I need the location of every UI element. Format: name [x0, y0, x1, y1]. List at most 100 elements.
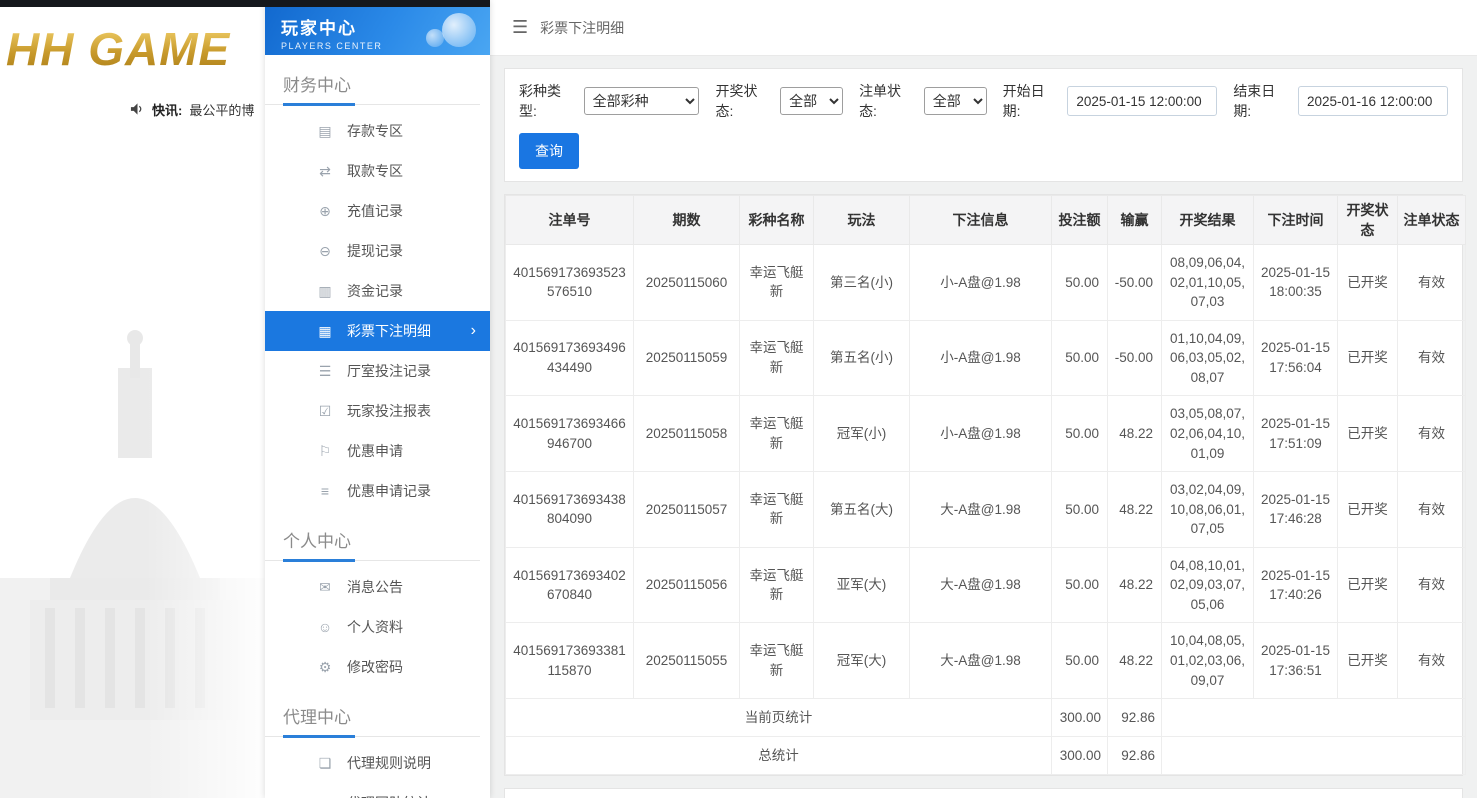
cell-draw_status: 已开奖 — [1337, 395, 1398, 473]
sidebar-item-label: 个人资料 — [347, 619, 403, 635]
cell-play: 冠军(大) — [813, 622, 910, 700]
table-body: 401569173693523576510 20250115060 幸运飞艇新 第三名… — [505, 244, 1466, 776]
cell-draw_status: 已开奖 — [1337, 319, 1398, 397]
cell-amount: 50.00 — [1051, 319, 1108, 397]
profile-icon: ☺ — [317, 619, 333, 635]
page-title: 彩票下注明细 — [540, 19, 625, 36]
order-status-select[interactable]: 全部 — [923, 87, 987, 115]
cell-bet_time: 2025-01-15 17:46:28 — [1253, 471, 1338, 548]
cell-order_id: 401569173693466946700 — [505, 395, 634, 473]
cell-bet_info: 小-A盘@1.98 — [909, 319, 1052, 397]
cell-winloss: -50.00 — [1107, 244, 1162, 321]
sidebar-item-promo-application-records[interactable]: ≡ 优惠申请记录 — [265, 471, 490, 511]
cell-lottery: 幸运飞艇新 — [739, 622, 814, 700]
end-date-input[interactable] — [1297, 86, 1448, 116]
cell-order_status: 有效 — [1397, 471, 1466, 548]
sidebar-section-title: 代理中心 — [265, 687, 480, 738]
cell-period: 20250115057 — [633, 471, 740, 548]
cell-draw_status: 已开奖 — [1337, 622, 1398, 700]
sidebar-item-fund-records[interactable]: ▥ 资金记录 — [265, 271, 490, 311]
lottery-type-select[interactable]: 全部彩种 — [583, 87, 700, 115]
cell-lottery: 幸运飞艇新 — [739, 546, 814, 624]
summary-amount: 300.00 — [1051, 736, 1108, 776]
cell-order_status: 有效 — [1397, 395, 1466, 473]
sidebar-item-hall-bet-records[interactable]: ☰ 厅室投注记录 — [265, 351, 490, 391]
sidebar-item-player-bet-report[interactable]: ☑ 玩家投注报表 — [265, 391, 490, 431]
filter-row: 彩种类型: 全部彩种 开奖状态: 全部 注单状态: 全部 开始日期: 结束日期: — [519, 81, 1448, 121]
cell-amount: 50.00 — [1051, 622, 1108, 700]
cell-play: 第五名(小) — [813, 319, 910, 397]
sidebar-item-deposit-zone[interactable]: ▤ 存款专区 — [265, 111, 490, 151]
cell-order_status: 有效 — [1397, 546, 1466, 624]
message-icon: ✉ — [319, 578, 331, 595]
page-root: HH GAME 快讯: 最公平的博 玩家中心 PLAYERS CENTER 财务… — [0, 0, 1477, 798]
sidebar: 玩家中心 PLAYERS CENTER 财务中心 ▤ 存款专区 ⇄ 取款专区 ⊕ 充值记录 ⊖… — [265, 0, 490, 798]
sidebar-item-label: 厅室投注记录 — [347, 363, 431, 379]
sidebar-item-profile[interactable]: ☺ 个人资料 — [265, 607, 490, 647]
column-header-winloss: 输赢 — [1107, 195, 1162, 245]
sidebar-item-agent-rules[interactable]: ❏ 代理规则说明 — [265, 743, 490, 783]
cell-order_id: 401569173693381115870 — [505, 622, 634, 700]
table-row: 401569173693402670840 20250115056 幸运飞艇新 亚军(… — [505, 546, 1466, 624]
cell-period: 20250115055 — [633, 622, 740, 700]
table-row: 401569173693381115870 20250115055 幸运飞艇新 冠军(… — [505, 622, 1466, 700]
sidebar-section-title: 个人中心 — [265, 511, 480, 562]
cell-order_id: 401569173693438804090 — [505, 471, 634, 548]
chevron-right-icon: › — [470, 322, 476, 339]
sidebar-item-label: 取款专区 — [347, 163, 403, 179]
cell-order_id: 401569173693523576510 — [505, 244, 634, 321]
sidebar-item-label: 玩家投注报表 — [347, 403, 431, 419]
summary-label: 总统计 — [505, 736, 1052, 776]
end-date-label: 结束日期: — [1233, 83, 1276, 119]
sidebar-item-lottery-bet-details[interactable]: ▦ 彩票下注明细 › — [265, 311, 490, 351]
cell-order_status: 有效 — [1397, 244, 1466, 321]
sidebar-item-agent-team-stats[interactable]: ▦ 代理团队统计 — [265, 783, 490, 798]
cell-result: 08,09,06,04,02,01,10,05,07,03 — [1161, 244, 1254, 321]
cell-result: 03,05,08,07,02,06,04,10,01,09 — [1161, 395, 1254, 473]
sidebar-item-label: 修改密码 — [347, 659, 403, 675]
sidebar-item-messages[interactable]: ✉ 消息公告 — [265, 567, 490, 607]
sidebar-item-promo-application[interactable]: ⚐ 优惠申请 — [265, 431, 490, 471]
table-row: 401569173693466946700 20250115058 幸运飞艇新 冠军(… — [505, 395, 1466, 473]
top-black-strip — [0, 0, 490, 7]
sidebar-item-withdraw-zone[interactable]: ⇄ 取款专区 — [265, 151, 490, 191]
sidebar-section-title: 财务中心 — [265, 55, 480, 106]
cell-amount: 50.00 — [1051, 546, 1108, 624]
column-header-bet_time: 下注时间 — [1253, 195, 1338, 245]
column-header-period: 期数 — [633, 195, 740, 245]
sidebar-item-label: 资金记录 — [347, 283, 403, 299]
menu-toggle-icon[interactable]: ☰ — [512, 17, 528, 38]
cell-amount: 50.00 — [1051, 471, 1108, 548]
column-header-amount: 投注额 — [1051, 195, 1108, 245]
search-button[interactable]: 查询 — [519, 133, 579, 169]
summary-winloss: 92.86 — [1107, 736, 1162, 776]
filter-panel: 彩种类型: 全部彩种 开奖状态: 全部 注单状态: 全部 开始日期: 结束日期:… — [504, 68, 1463, 182]
start-date-input[interactable] — [1067, 86, 1218, 116]
sidebar-item-recharge-records[interactable]: ⊕ 充值记录 — [265, 191, 490, 231]
summary-row: 总统计 300.00 92.86 — [505, 736, 1466, 776]
lottery-bet-detail-icon: ▦ — [318, 322, 332, 339]
player-bet-report-icon: ☑ — [318, 402, 332, 419]
ticker-text: 最公平的博 — [189, 102, 255, 118]
main-content: ☰ 彩票下注明细 彩种类型: 全部彩种 开奖状态: 全部 注单状态: 全部 开始… — [490, 0, 1477, 798]
cell-bet_info: 大-A盘@1.98 — [909, 546, 1052, 624]
sidebar-item-withdrawal-records[interactable]: ⊖ 提现记录 — [265, 231, 490, 271]
draw-status-select[interactable]: 全部 — [780, 87, 844, 115]
speaker-icon — [130, 103, 142, 115]
fund-record-icon: ▥ — [318, 282, 332, 299]
column-header-order_id: 注单号 — [505, 195, 634, 245]
cell-period: 20250115059 — [633, 319, 740, 397]
cell-bet_time: 2025-01-15 17:36:51 — [1253, 622, 1338, 700]
sidebar-item-label: 代理规则说明 — [347, 755, 431, 771]
cell-result: 01,10,04,09,06,03,05,02,08,07 — [1161, 319, 1254, 397]
summary-amount: 300.00 — [1051, 698, 1108, 738]
promo-application-icon: ⚐ — [318, 442, 332, 459]
sidebar-item-label: 彩票下注明细 — [347, 323, 431, 339]
cell-bet_time: 2025-01-15 17:40:26 — [1253, 546, 1338, 624]
column-header-result: 开奖结果 — [1161, 195, 1254, 245]
cell-lottery: 幸运飞艇新 — [739, 471, 814, 548]
cell-bet_info: 大-A盘@1.98 — [909, 622, 1052, 700]
cell-lottery: 幸运飞艇新 — [739, 244, 814, 321]
sidebar-item-change-password[interactable]: ⚙ 修改密码 — [265, 647, 490, 687]
site-background-panel: HH GAME 快讯: 最公平的博 — [0, 0, 265, 798]
